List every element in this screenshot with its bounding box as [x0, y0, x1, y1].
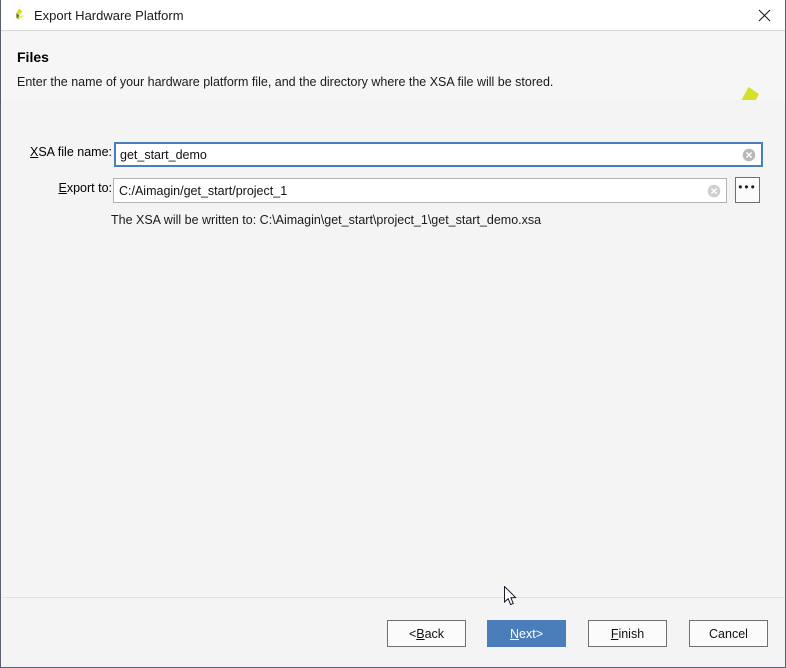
back-button-mnemonic: B	[416, 626, 425, 641]
finish-button-rest: inish	[618, 626, 645, 641]
clear-circle-icon[interactable]	[707, 184, 721, 198]
close-icon[interactable]	[742, 0, 785, 30]
export-to-label-rest: xport to:	[66, 181, 112, 195]
vivado-pinwheel-icon	[10, 7, 28, 25]
back-button-prefix: <	[408, 626, 417, 641]
xsa-file-name-value: get_start_demo	[120, 147, 207, 162]
dialog-footer: < Back Next > Finish Cancel	[2, 598, 785, 666]
cancel-button-rest: Cancel	[709, 626, 748, 641]
page-subtitle: Enter the name of your hardware platform…	[17, 75, 554, 89]
finish-button-mnemonic: F	[610, 626, 619, 641]
export-to-label: Export to:	[2, 181, 112, 195]
window-title: Export Hardware Platform	[34, 8, 184, 23]
xsa-file-name-label-rest: SA file name:	[38, 145, 112, 159]
browse-directory-button[interactable]: •••	[735, 177, 760, 203]
export-hardware-platform-dialog: Export Hardware Platform Files Enter the…	[0, 0, 786, 668]
export-to-value: C:/Aimagin/get_start/project_1	[119, 183, 288, 198]
title-bar: Export Hardware Platform	[1, 0, 785, 31]
next-button[interactable]: Next >	[487, 620, 566, 647]
xsa-file-name-label: XSA file name:	[2, 145, 112, 159]
export-to-row: Export to: C:/Aimagin/get_start/project_…	[2, 177, 785, 203]
next-button-suffix: >	[535, 626, 544, 641]
back-button[interactable]: < Back	[387, 620, 466, 647]
output-path-hint: The XSA will be written to: C:\Aimagin\g…	[111, 213, 542, 227]
next-button-rest: ext	[519, 626, 536, 641]
xsa-file-name-row: XSA file name: get_start_demo	[2, 141, 785, 167]
back-button-rest: ack	[424, 626, 445, 641]
next-button-mnemonic: N	[509, 626, 520, 641]
page-title: Files	[17, 49, 49, 65]
clear-circle-icon[interactable]	[742, 148, 756, 162]
cancel-button[interactable]: Cancel	[689, 620, 768, 647]
xsa-file-name-input[interactable]: get_start_demo	[114, 142, 763, 167]
finish-button[interactable]: Finish	[588, 620, 667, 647]
dialog-header: Files Enter the name of your hardware pl…	[2, 32, 785, 120]
form-body: XSA file name: get_start_demo Export to:…	[2, 100, 785, 597]
export-to-input[interactable]: C:/Aimagin/get_start/project_1	[113, 178, 727, 203]
export-to-label-mnemonic: E	[58, 181, 67, 195]
